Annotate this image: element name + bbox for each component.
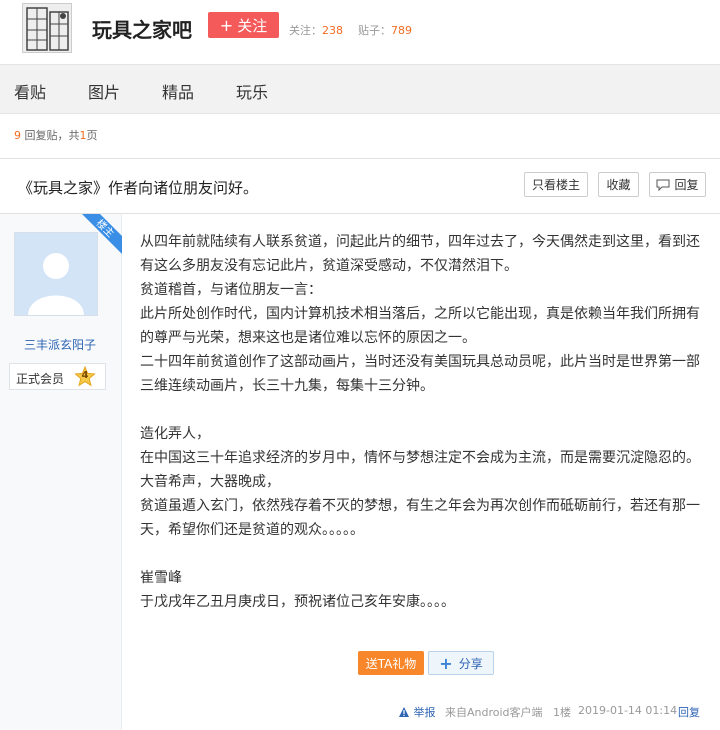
post-line	[140, 542, 700, 566]
tab-fun[interactable]: 玩乐	[236, 79, 268, 103]
post-line: 贫道虽遁入玄门，依然残存着不灭的梦想，有生之年会为再次创作而砥砺前行，若还有那一	[140, 498, 700, 514]
tab-images[interactable]: 图片	[88, 79, 120, 103]
send-gift-button[interactable]: 送TA礼物	[358, 651, 424, 675]
plus-icon: +	[439, 653, 453, 673]
tab-posts[interactable]: 看贴	[14, 79, 46, 103]
post-line: 崔雪峰	[140, 570, 182, 586]
thread-title-bar: 《玩具之家》作者向诸位朋友问好。 只看楼主 收藏 回复	[0, 158, 720, 214]
reply-button-label: 回复	[674, 178, 699, 192]
author-name[interactable]: 三丰派玄阳子	[4, 336, 116, 353]
post-line: 此片所处创作时代，国内计算机技术相当落后，之所以它能出现，真是依赖当年我们所拥有	[140, 306, 700, 322]
favorite-button[interactable]: 收藏	[598, 172, 639, 197]
post-line: 天，希望你们还是贫道的观众。。。。。	[140, 522, 364, 538]
member-rank-label: 正式会员	[16, 372, 65, 386]
forum-logo[interactable]	[22, 3, 72, 53]
only-op-button[interactable]: 只看楼主	[524, 172, 588, 197]
level-star-icon: 4	[74, 365, 96, 388]
post-line: 于戊戌年乙丑月庚戌日，预祝诸位己亥年安康。。。。	[140, 594, 455, 610]
report-label: 举报	[413, 706, 436, 719]
thread-title: 《玩具之家》作者向诸位朋友问好。	[18, 179, 259, 197]
plus-icon: +	[219, 15, 234, 35]
post-line: 三维连续动画片，长三十九集，每集十三分钟。	[140, 378, 434, 394]
replies-text: 回复贴，共	[24, 129, 80, 142]
report-link[interactable]: 举报	[398, 704, 436, 720]
reply-button[interactable]: 回复	[649, 172, 706, 197]
post-line: 有这么多朋友没有忘记此片，贫道深受感动，不仅潸然泪下。	[140, 258, 518, 274]
page-count: 1	[79, 129, 87, 142]
default-avatar-icon	[15, 233, 97, 315]
post-line: 的尊严与光荣，想来这也是诸位难以忘怀的原因之一。	[140, 330, 476, 346]
report-icon	[399, 707, 409, 717]
forum-logo-image	[23, 4, 71, 52]
posts-stat: 贴子：789	[358, 22, 412, 38]
share-button[interactable]: + 分享	[428, 651, 494, 675]
level-number: 4	[81, 370, 89, 381]
post-reply-link[interactable]: 回复	[678, 704, 700, 720]
post-line: 造化弄人，	[140, 426, 210, 442]
followers-count: 238	[322, 24, 343, 37]
post-line	[140, 398, 700, 422]
tab-featured[interactable]: 精品	[162, 79, 194, 103]
post-line: 贫道稽首，与诸位朋友一言：	[140, 282, 322, 298]
forum-header: 玩具之家吧 + 关注 关注：238 贴子：789	[0, 0, 720, 56]
forum-name[interactable]: 玩具之家吧	[92, 14, 192, 43]
follow-button[interactable]: + 关注	[208, 12, 279, 38]
reply-count: 9	[14, 129, 21, 142]
post-source: 来自Android客户端	[445, 706, 543, 719]
post-line: 大音希声，大器晚成，	[140, 474, 280, 490]
followers-label: 关注：	[289, 24, 322, 37]
post-line: 在中国这三十年追求经济的岁月中，情怀与梦想注定不会成为主流，而是需要沉淀隐忍的。	[140, 450, 700, 466]
share-label: 分享	[458, 656, 483, 671]
floor-number: 1楼	[553, 706, 571, 719]
post-line: 从四年前就陆续有人联系贫道，问起此片的细节，四年过去了，今天偶然走到这里，看到还	[140, 234, 700, 250]
post-datetime: 2019-01-14 01:14	[578, 704, 678, 717]
page-suffix: 页	[86, 129, 98, 142]
member-rank-badge: 正式会员 4	[9, 363, 106, 390]
speech-bubble-icon	[656, 179, 670, 191]
followers-stat: 关注：238	[289, 22, 343, 38]
pager-info: 9 回复贴，共1页	[14, 127, 98, 143]
post-content: 从四年前就陆续有人联系贫道，问起此片的细节，四年过去了，今天偶然走到这里，看到还…	[140, 230, 700, 614]
follow-label: 关注	[237, 16, 268, 35]
forum-nav: 看贴 图片 精品 玩乐	[0, 64, 720, 114]
posts-count: 789	[391, 24, 412, 37]
post-line: 二十四年前贫道创作了这部动画片，当时还没有美国玩具总动员呢，此片当时是世界第一部	[140, 354, 700, 370]
avatar[interactable]	[14, 232, 98, 316]
posts-label: 贴子：	[358, 24, 391, 37]
